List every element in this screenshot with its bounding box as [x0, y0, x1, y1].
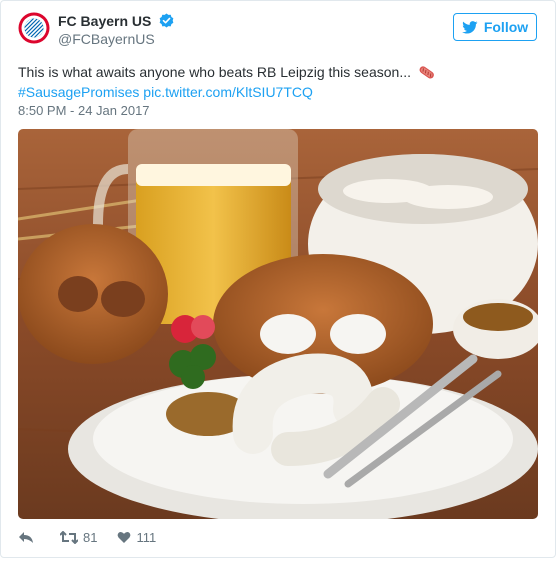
heart-icon: [118, 531, 131, 543]
twitter-bird-icon: [462, 20, 478, 34]
tweet-actions: 81 111: [18, 528, 156, 546]
tweet-card: FC Bayern US @FCBayernUS Follow This is …: [0, 0, 556, 558]
media-link[interactable]: pic.twitter.com/KltSIU7TCQ: [143, 84, 313, 100]
sausage-emoji-icon: [419, 66, 434, 79]
author-name[interactable]: FC Bayern US: [58, 13, 151, 29]
avatar[interactable]: [18, 12, 50, 44]
hashtag-link[interactable]: #SausagePromises: [18, 84, 139, 100]
reply-icon: [19, 531, 33, 543]
tweet-text: This is what awaits anyone who beats RB …: [18, 64, 411, 80]
like-count: 111: [136, 529, 157, 545]
retweet-icon: [60, 530, 78, 544]
author-handle[interactable]: @FCBayernUS: [58, 31, 155, 47]
author-name-row[interactable]: FC Bayern US: [58, 13, 174, 29]
like-button[interactable]: 111: [117, 530, 156, 545]
follow-label: Follow: [483, 19, 529, 35]
retweet-button[interactable]: 81: [60, 530, 97, 545]
verified-badge-icon: [159, 13, 174, 28]
bayern-logo-icon: [18, 12, 50, 44]
tweet-text-block: This is what awaits anyone who beats RB …: [18, 62, 538, 102]
tweet-timestamp[interactable]: 8:50 PM - 24 Jan 2017: [18, 103, 150, 118]
tweet-media-image[interactable]: [18, 129, 538, 519]
food-photo: [18, 129, 538, 519]
reply-button[interactable]: [18, 531, 34, 544]
follow-button[interactable]: Follow: [453, 13, 537, 41]
retweet-count: 81: [83, 529, 98, 545]
